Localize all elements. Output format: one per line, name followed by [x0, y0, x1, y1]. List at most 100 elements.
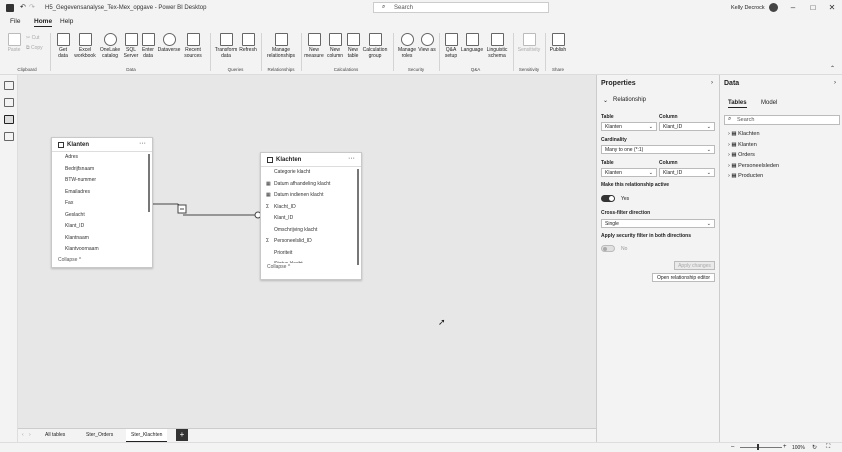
minimize-icon[interactable]: – [788, 3, 798, 13]
collapse-link[interactable]: Collapse ^ [261, 263, 361, 272]
field-item[interactable]: Klant_ID [261, 213, 361, 225]
report-view-icon[interactable] [4, 81, 14, 90]
table1-dropdown[interactable]: Klanten ⌄ [601, 122, 657, 131]
field-item[interactable]: Status klacht [261, 259, 361, 263]
field-item[interactable]: Fax [52, 198, 152, 210]
fit-to-screen-icon[interactable]: ⛶ [826, 444, 830, 451]
next-page-icon[interactable]: › [29, 432, 31, 438]
publish-button[interactable]: Publish [548, 33, 568, 53]
tab-model[interactable]: Model [761, 100, 777, 106]
field-item[interactable]: Omschrijving klacht [261, 225, 361, 237]
table-view-icon[interactable] [4, 98, 14, 107]
data-table-item[interactable]: › ▦ Klachten [728, 131, 760, 137]
paste-button[interactable]: Paste [6, 33, 22, 53]
menu-help[interactable]: Help [60, 18, 73, 25]
model-canvas[interactable]: Klanten ··· Adres Bedrijfsnaam BTW-nummer E… [18, 75, 596, 428]
sensitivity-button[interactable]: Sensitivity [515, 33, 543, 53]
field-item[interactable]: Adres [52, 152, 152, 164]
more-options-icon[interactable]: ··· [348, 155, 355, 162]
scrollbar[interactable] [148, 154, 150, 212]
crossfilter-dropdown[interactable]: Single ⌄ [601, 219, 715, 228]
field-item[interactable]: Klantnaam [52, 233, 152, 245]
collapse-pane-icon[interactable]: › [711, 80, 713, 86]
onelake-button[interactable]: OneLake catalog [98, 33, 122, 59]
table-header[interactable]: Klachten [261, 153, 361, 167]
apply-changes-button[interactable]: Apply changes [674, 261, 715, 270]
avatar[interactable] [769, 3, 778, 12]
dax-query-icon[interactable] [4, 132, 14, 141]
search-box[interactable]: ⌕ Search [373, 2, 549, 13]
table-card-klanten[interactable]: Klanten ··· Adres Bedrijfsnaam BTW-nummer E… [51, 137, 153, 268]
enter-data-button[interactable]: Enter data [140, 33, 156, 59]
chevron-down-icon[interactable]: ⌄ [603, 97, 608, 104]
table-card-klachten[interactable]: Klachten ··· Categorie klacht ▦ Datum afha… [260, 152, 362, 280]
data-search-input[interactable]: ⌕ Search [724, 115, 840, 125]
new-table-button[interactable]: New table [345, 33, 361, 59]
prev-page-icon[interactable]: ‹ [22, 432, 24, 438]
data-table-item[interactable]: › ▦ Klanten [728, 142, 757, 148]
tab-tables[interactable]: Tables [728, 100, 747, 108]
tab-all-tables[interactable]: All tables [40, 429, 70, 442]
column1-dropdown[interactable]: Klant_ID ⌄ [659, 122, 715, 131]
close-icon[interactable]: ✕ [827, 3, 837, 13]
collapse-ribbon-icon[interactable]: ⌃ [830, 65, 835, 72]
manage-roles-button[interactable]: Manage roles [396, 33, 418, 59]
column2-dropdown[interactable]: Klant_ID ⌄ [659, 168, 715, 177]
tab-ster-orders[interactable]: Ster_Orders [81, 429, 118, 442]
dataverse-button[interactable]: Dataverse [156, 33, 182, 53]
zoom-slider-handle[interactable] [757, 444, 759, 450]
linguistic-schema-button[interactable]: Linguistic schema [484, 33, 510, 59]
qa-setup-button[interactable]: Q&A setup [441, 33, 461, 59]
model-view-icon[interactable] [4, 115, 14, 124]
excel-workbook-button[interactable]: Excel workbook [72, 33, 98, 59]
copy-button[interactable]: ⧉ Copy [26, 45, 43, 51]
get-data-button[interactable]: Get data [54, 33, 72, 59]
transform-data-button[interactable]: Transform data [213, 33, 239, 59]
refresh-button[interactable]: Refresh [238, 33, 258, 53]
zoom-out-icon[interactable]: – [731, 444, 734, 450]
zoom-slider[interactable] [740, 447, 782, 448]
collapse-link[interactable]: Collapse ^ [52, 256, 152, 265]
field-item[interactable]: BTW-nummer [52, 175, 152, 187]
menu-home[interactable]: Home [34, 18, 53, 27]
field-item[interactable]: Emailadres [52, 187, 152, 199]
reset-layout-icon[interactable]: ↻ [812, 444, 817, 451]
cardinality-dropdown[interactable]: Many to one (*:1) ⌄ [601, 145, 715, 154]
table2-dropdown[interactable]: Klanten ⌄ [601, 168, 657, 177]
field-item[interactable]: Σ Personeelslid_ID [261, 236, 361, 248]
manage-relationships-button[interactable]: Manage relationships [264, 33, 298, 59]
field-item[interactable]: Categorie klacht [261, 167, 361, 179]
field-item[interactable]: ▦ Datum indienen klacht [261, 190, 361, 202]
new-measure-button[interactable]: New measure [303, 33, 325, 59]
collapse-pane-icon[interactable]: › [834, 80, 836, 86]
add-page-button[interactable]: + [176, 429, 188, 441]
data-table-item[interactable]: › ▦ Orders [728, 152, 755, 158]
field-item[interactable]: Geslacht [52, 210, 152, 222]
sql-server-button[interactable]: SQL Server [122, 33, 140, 59]
zoom-in-icon[interactable]: + [783, 444, 787, 450]
field-item[interactable]: ▦ Datum afhandeling klacht [261, 179, 361, 191]
tab-ster-klachten[interactable]: Ster_Klachten [126, 429, 168, 442]
field-item[interactable]: Prioriteit [261, 248, 361, 260]
recent-sources-button[interactable]: Recent sources [182, 33, 204, 59]
calculation-group-button[interactable]: Calculation group [361, 33, 389, 59]
active-toggle[interactable] [601, 195, 615, 202]
security-toggle[interactable] [601, 245, 615, 252]
data-table-item[interactable]: › ▦ Producten [728, 173, 763, 179]
user-name[interactable]: Kelly Decrock [731, 5, 765, 11]
scrollbar[interactable] [357, 169, 359, 265]
field-item[interactable]: Klant_ID [52, 221, 152, 233]
view-as-button[interactable]: View as [418, 33, 436, 53]
field-item[interactable]: Bedrijfsnaam [52, 164, 152, 176]
language-button[interactable]: Language [460, 33, 484, 53]
data-table-item[interactable]: › ▦ Personeelsleden [728, 163, 779, 169]
open-relationship-editor-button[interactable]: Open relationship editor [652, 273, 715, 282]
maximize-icon[interactable]: □ [808, 3, 818, 13]
undo-icon[interactable]: ↶ [20, 3, 26, 11]
menu-file[interactable]: File [10, 18, 20, 25]
field-item[interactable]: Klantvoornaam [52, 244, 152, 256]
field-item[interactable]: Σ Klacht_ID [261, 202, 361, 214]
more-options-icon[interactable]: ··· [139, 140, 146, 147]
cut-button[interactable]: ✂ Cut [26, 35, 39, 41]
redo-icon[interactable]: ↷ [29, 3, 35, 11]
